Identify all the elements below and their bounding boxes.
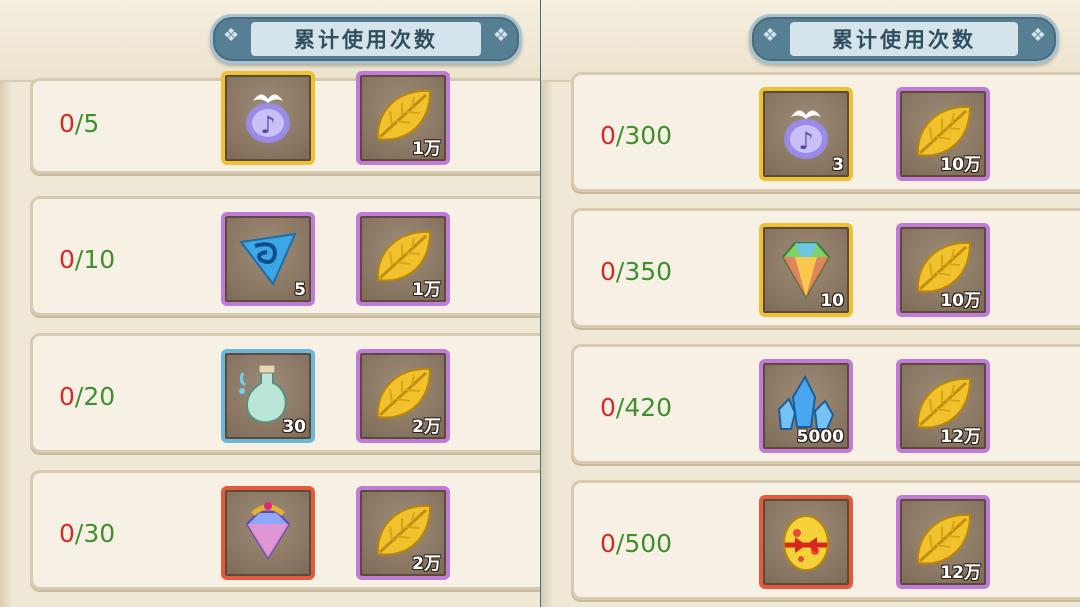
item-quantity: 5 xyxy=(294,280,306,300)
item-slot[interactable]: 10 xyxy=(759,223,853,317)
reward-row: 0/350 10 10万 xyxy=(571,208,1080,328)
title-plate: ❖ 累计使用次数 ❖ xyxy=(749,14,1059,64)
reward-quantity: 10万 xyxy=(940,155,981,175)
ornament-icon: ❖ xyxy=(223,25,240,46)
blue-swirl-crystal-icon xyxy=(239,232,297,286)
current-count: 0 xyxy=(59,245,75,274)
progress-text: 0/30 xyxy=(59,519,116,548)
item-slot[interactable] xyxy=(759,495,853,589)
reward-row: 0/300 ♪ 3 10万 xyxy=(571,72,1080,192)
reward-row: 0/420 5000 12万 xyxy=(571,344,1080,464)
total-count: 420 xyxy=(624,393,673,422)
progress-text: 0/420 xyxy=(600,393,673,422)
reward-slot[interactable]: 10万 xyxy=(896,223,990,317)
reward-row: 0/5 ♪ 1万 xyxy=(30,71,540,174)
current-count: 0 xyxy=(59,382,75,411)
reward-slot[interactable]: 2万 xyxy=(356,486,450,580)
reward-row: 0/30 2万 xyxy=(30,470,540,590)
item-slot[interactable]: 30 xyxy=(221,349,315,443)
reward-row: 0/500 12万 xyxy=(571,480,1080,600)
music-note-orb-icon: ♪ xyxy=(246,94,290,143)
svg-text:♪: ♪ xyxy=(260,111,275,139)
panel-title: 累计使用次数 xyxy=(294,28,438,52)
ornament-icon: ❖ xyxy=(762,25,779,46)
progress-text: 0/5 xyxy=(59,109,100,138)
total-count: 5 xyxy=(83,109,100,138)
progress-text: 0/20 xyxy=(59,382,116,411)
total-count: 500 xyxy=(624,529,673,558)
item-slot[interactable]: ♪ 3 xyxy=(759,87,853,181)
reward-quantity: 1万 xyxy=(412,139,441,159)
reward-slot[interactable]: 12万 xyxy=(896,359,990,453)
reward-quantity: 1万 xyxy=(412,280,441,300)
progress-text: 0/500 xyxy=(600,529,673,558)
current-count: 0 xyxy=(600,121,616,150)
left-panel: 0/5 ♪ 1万 0/10 5 1万 0/20 30 2万 0/30 2万 ❖ … xyxy=(0,0,540,607)
current-count: 0 xyxy=(59,109,75,138)
current-count: 0 xyxy=(600,257,616,286)
item-quantity: 10 xyxy=(820,291,844,311)
item-slot[interactable]: 5 xyxy=(221,212,315,306)
progress-text: 0/10 xyxy=(59,245,116,274)
music-note-orb-icon: ♪ xyxy=(784,110,828,159)
reward-slot[interactable]: 2万 xyxy=(356,349,450,443)
progress-text: 0/350 xyxy=(600,257,673,286)
item-slot[interactable]: 5000 xyxy=(759,359,853,453)
item-quantity: 30 xyxy=(282,417,306,437)
reward-slot[interactable]: 12万 xyxy=(896,495,990,589)
reward-quantity: 2万 xyxy=(412,417,441,437)
total-count: 300 xyxy=(624,121,673,150)
reward-slot[interactable]: 10万 xyxy=(896,87,990,181)
reward-slot[interactable]: 1万 xyxy=(356,212,450,306)
ornament-icon: ❖ xyxy=(492,25,509,46)
item-quantity: 3 xyxy=(832,155,844,175)
red-ribbon-egg-icon xyxy=(783,515,829,571)
progress-text: 0/300 xyxy=(600,121,673,150)
item-slot[interactable]: ♪ xyxy=(221,71,315,165)
reward-row: 0/20 30 2万 xyxy=(30,333,540,453)
reward-slot[interactable]: 1万 xyxy=(356,71,450,165)
item-quantity: 5000 xyxy=(796,427,844,447)
title-plate: ❖ 累计使用次数 ❖ xyxy=(210,14,522,64)
panel-title: 累计使用次数 xyxy=(832,28,976,52)
current-count: 0 xyxy=(600,393,616,422)
item-slot[interactable] xyxy=(221,486,315,580)
svg-text:♪: ♪ xyxy=(798,127,813,155)
total-count: 350 xyxy=(624,257,673,286)
reward-quantity: 12万 xyxy=(940,563,981,583)
current-count: 0 xyxy=(59,519,75,548)
total-count: 20 xyxy=(83,382,116,411)
right-panel: 0/300 ♪ 3 10万 0/350 10 10万 0/420 5000 12… xyxy=(541,0,1080,607)
reward-quantity: 12万 xyxy=(940,427,981,447)
total-count: 10 xyxy=(83,245,116,274)
reward-quantity: 10万 xyxy=(940,291,981,311)
reward-quantity: 2万 xyxy=(412,554,441,574)
reward-row: 0/10 5 1万 xyxy=(30,196,540,316)
total-count: 30 xyxy=(83,519,116,548)
current-count: 0 xyxy=(600,529,616,558)
ornament-icon: ❖ xyxy=(1029,25,1046,46)
rainbow-gem-crown-icon xyxy=(245,502,291,560)
